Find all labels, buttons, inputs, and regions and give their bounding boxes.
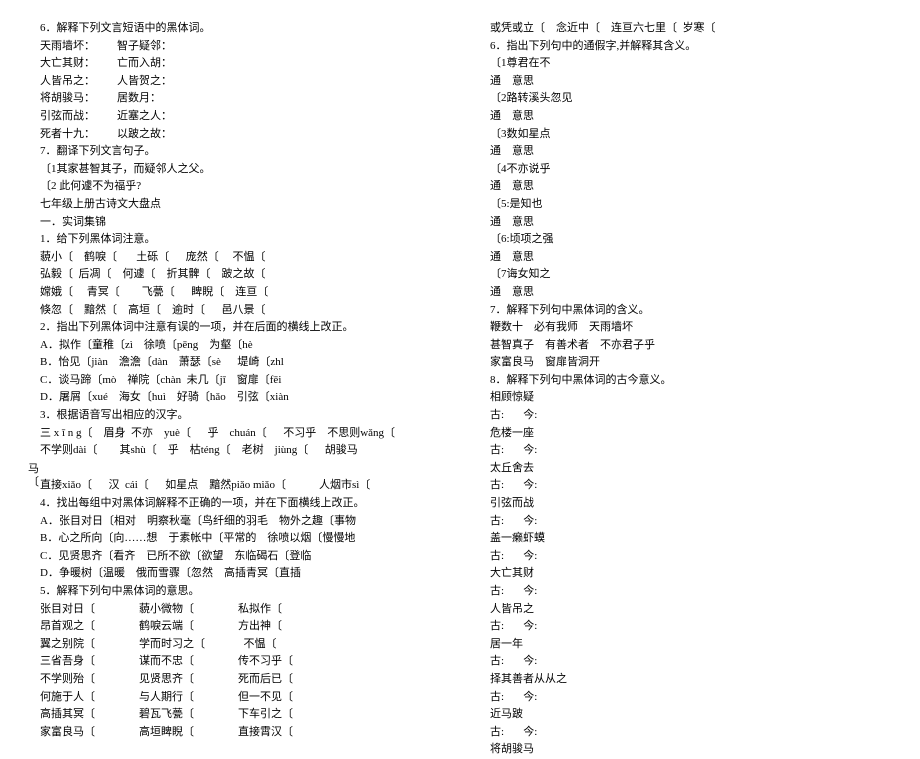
text-line: 太丘舍去 xyxy=(490,460,880,478)
text-line: 七年级上册古诗文大盘点 xyxy=(40,196,430,214)
text-line: 人皆吊之 xyxy=(490,601,880,619)
text-line: 三省吾身〔 谋而不忠〔 传不习乎〔 xyxy=(40,653,430,671)
text-line: 藐小〔 鹤唳〔 土砾〔 庞然〔 不愠〔 xyxy=(40,249,430,267)
right-column: 或凭或立〔 念近中〔 连亘六七里〔 岁寒〔6．指出下列句中的通假字,并解释其含义… xyxy=(490,20,880,617)
text-line: 不学则殆〔 见贤思齐〔 死而后已〔 xyxy=(40,671,430,689)
text-line: 4．找出每组中对黑体词解释不正确的一项，并在下面横线上改正。 xyxy=(40,495,430,513)
text-line: 嫦娥〔 青冥〔 飞甍〔 睥睨〔 连亘〔 xyxy=(40,284,430,302)
text-line: 鞭数十 必有我师 天雨墙坏 xyxy=(490,319,880,337)
text-line: 1．给下列黑体词注意。 xyxy=(40,231,430,249)
text-line: 通 意思 xyxy=(490,73,880,91)
text-line: 6．解释下列文言短语中的黑体词。 xyxy=(40,20,430,38)
text-line: 大亡其财： 亡而入胡： xyxy=(40,55,430,73)
text-line: 昂首观之〔 鹤唳云端〔 方出神〔 xyxy=(40,618,430,636)
text-line: 家富良马 窗扉皆洞开 xyxy=(490,354,880,372)
text-line: 高插其冥〔 碧瓦飞甍〔 下车引之〔 xyxy=(40,706,430,724)
text-line: 通 意思 xyxy=(490,284,880,302)
text-line: 〔3数如星点 xyxy=(490,126,880,144)
text-line: 古: 今: xyxy=(490,689,880,707)
text-line: 古: 今: xyxy=(490,548,880,566)
text-line: 不学则dài〔 其shù〔 乎 枯téng〔 老树 jiùng〔 胡骏马 xyxy=(40,442,430,460)
text-line: 7．解释下列句中黑体词的含义。 xyxy=(490,302,880,320)
text-line: 古: 今: xyxy=(490,583,880,601)
text-line: 〔2 此何遽不为福乎? xyxy=(40,178,430,196)
text-line: 近马跛 xyxy=(490,706,880,724)
text-line: 或凭或立〔 念近中〔 连亘六七里〔 岁寒〔 xyxy=(490,20,880,38)
text-line: 甚智真子 有善术者 不亦君子乎 xyxy=(490,337,880,355)
text-line: D．争暖树〔温暖 俄而雪骤〔忽然 高插青冥〔直插 xyxy=(40,565,430,583)
text-line: C．见贤思齐〔看齐 已所不欲〔欲望 东临碣石〔登临 xyxy=(40,548,430,566)
left-content: 6．解释下列文言短语中的黑体词。天雨墙坏： 智子疑邻：大亡其财： 亡而入胡：人皆… xyxy=(40,20,430,741)
right-content: 或凭或立〔 念近中〔 连亘六七里〔 岁寒〔6．指出下列句中的通假字,并解释其含义… xyxy=(490,20,880,759)
text-line: 将胡骏马 xyxy=(490,741,880,759)
text-line: 择其善者从从之 xyxy=(490,671,880,689)
text-line: 引弦而战 xyxy=(490,495,880,513)
text-line: 〔7诲女知之 xyxy=(490,266,880,284)
text-line: 三 x ī n g〔 眉身 不亦 yuè〔 乎 chuán〔 不习乎 不思则wǎ… xyxy=(40,425,430,443)
text-line: 7．翻译下列文言句子。 xyxy=(40,143,430,161)
text-line: 直接xiǎo〔 汉 cái〔 如星点 黯然piǎo miǎo〔 人烟市sì〔 xyxy=(40,477,430,495)
text-line: 古: 今: xyxy=(490,442,880,460)
text-line: 〔2路转溪头忽见 xyxy=(490,90,880,108)
text-line: D．屠屑〔xué 海女〔huì 好骑〔hǎo 引弦〔xiàn xyxy=(40,389,430,407)
text-line: 翼之别院〔 学而时习之〔 不愠〔 xyxy=(40,636,430,654)
text-line: 危楼一座 xyxy=(490,425,880,443)
text-line: 通 意思 xyxy=(490,178,880,196)
text-line: 张目对日〔 藐小微物〔 私拟作〔 xyxy=(40,601,430,619)
text-line: C．谈马蹄〔mò 禅院〔chàn 未几〔jī 窗扉〔fēi xyxy=(40,372,430,390)
text-line: 通 意思 xyxy=(490,143,880,161)
text-line: 古: 今: xyxy=(490,618,880,636)
text-line: 2．指出下列黑体词中注意有误的一项，并在后面的横线上改正。 xyxy=(40,319,430,337)
text-line: 古: 今: xyxy=(490,513,880,531)
text-line: 引弦而战： 近塞之人： xyxy=(40,108,430,126)
text-line: 古: 今: xyxy=(490,477,880,495)
text-line: 居一年 xyxy=(490,636,880,654)
text-line: 〔4不亦说乎 xyxy=(490,161,880,179)
text-line: 家富良马〔 高垣睥睨〔 直接霄汉〔 xyxy=(40,724,430,742)
text-line: A．拟作〔童稚〔zì 徐喷〔pēng 为壑〔hè xyxy=(40,337,430,355)
text-line: 8．解释下列句中黑体词的古今意义。 xyxy=(490,372,880,390)
text-line: B．怡见〔jiàn 澹澹〔dàn 萧瑟〔sè 堤崎〔zhl xyxy=(40,354,430,372)
text-line: 3．根据语音写出相应的汉字。 xyxy=(40,407,430,425)
text-line: 何施于人〔 与人期行〔 但一不见〔 xyxy=(40,689,430,707)
text-line: 盖一癞虾蟆 xyxy=(490,530,880,548)
text-line: 人皆吊之： 人皆贺之： xyxy=(40,73,430,91)
text-line: 倏忽〔 黯然〔 高垣〔 逾时〔 邑八景〔 xyxy=(40,302,430,320)
text-line: 〔1其家甚智其子，而疑邻人之父。 xyxy=(40,161,430,179)
text-line: 一．实词集锦 xyxy=(40,214,430,232)
text-line: 古: 今: xyxy=(490,653,880,671)
text-line: 大亡其财 xyxy=(490,565,880,583)
text-line: 古: 今: xyxy=(490,407,880,425)
text-line xyxy=(40,460,430,478)
text-line: 将胡骏马： 居数月： xyxy=(40,90,430,108)
text-line: 通 意思 xyxy=(490,214,880,232)
left-column: 6．解释下列文言短语中的黑体词。天雨墙坏： 智子疑邻：大亡其财： 亡而入胡：人皆… xyxy=(40,20,430,617)
text-line: A．张目对日〔相对 明察秋毫〔鸟纤细的羽毛 物外之趣〔事物 xyxy=(40,513,430,531)
text-line: 5．解释下列句中黑体词的意思。 xyxy=(40,583,430,601)
text-line: 通 意思 xyxy=(490,108,880,126)
margin-annotation: 马 〔 xyxy=(28,463,40,489)
text-line: 古: 今: xyxy=(490,724,880,742)
text-line: 通 意思 xyxy=(490,249,880,267)
text-line: 〔5:是知也 xyxy=(490,196,880,214)
text-line: 弘毅〔 后凋〔 何遽〔 折其髀〔 跛之故〔 xyxy=(40,266,430,284)
text-line: 死者十九： 以跛之故： xyxy=(40,126,430,144)
text-line: 天雨墙坏： 智子疑邻： xyxy=(40,38,430,56)
text-line: B．心之所向〔向……想 于素帐中〔平常的 徐喷以烟〔慢慢地 xyxy=(40,530,430,548)
text-line: 〔1尊君在不 xyxy=(490,55,880,73)
text-line: 相顾惊疑 xyxy=(490,389,880,407)
text-line: 〔6:顷项之强 xyxy=(490,231,880,249)
text-line: 6．指出下列句中的通假字,并解释其含义。 xyxy=(490,38,880,56)
